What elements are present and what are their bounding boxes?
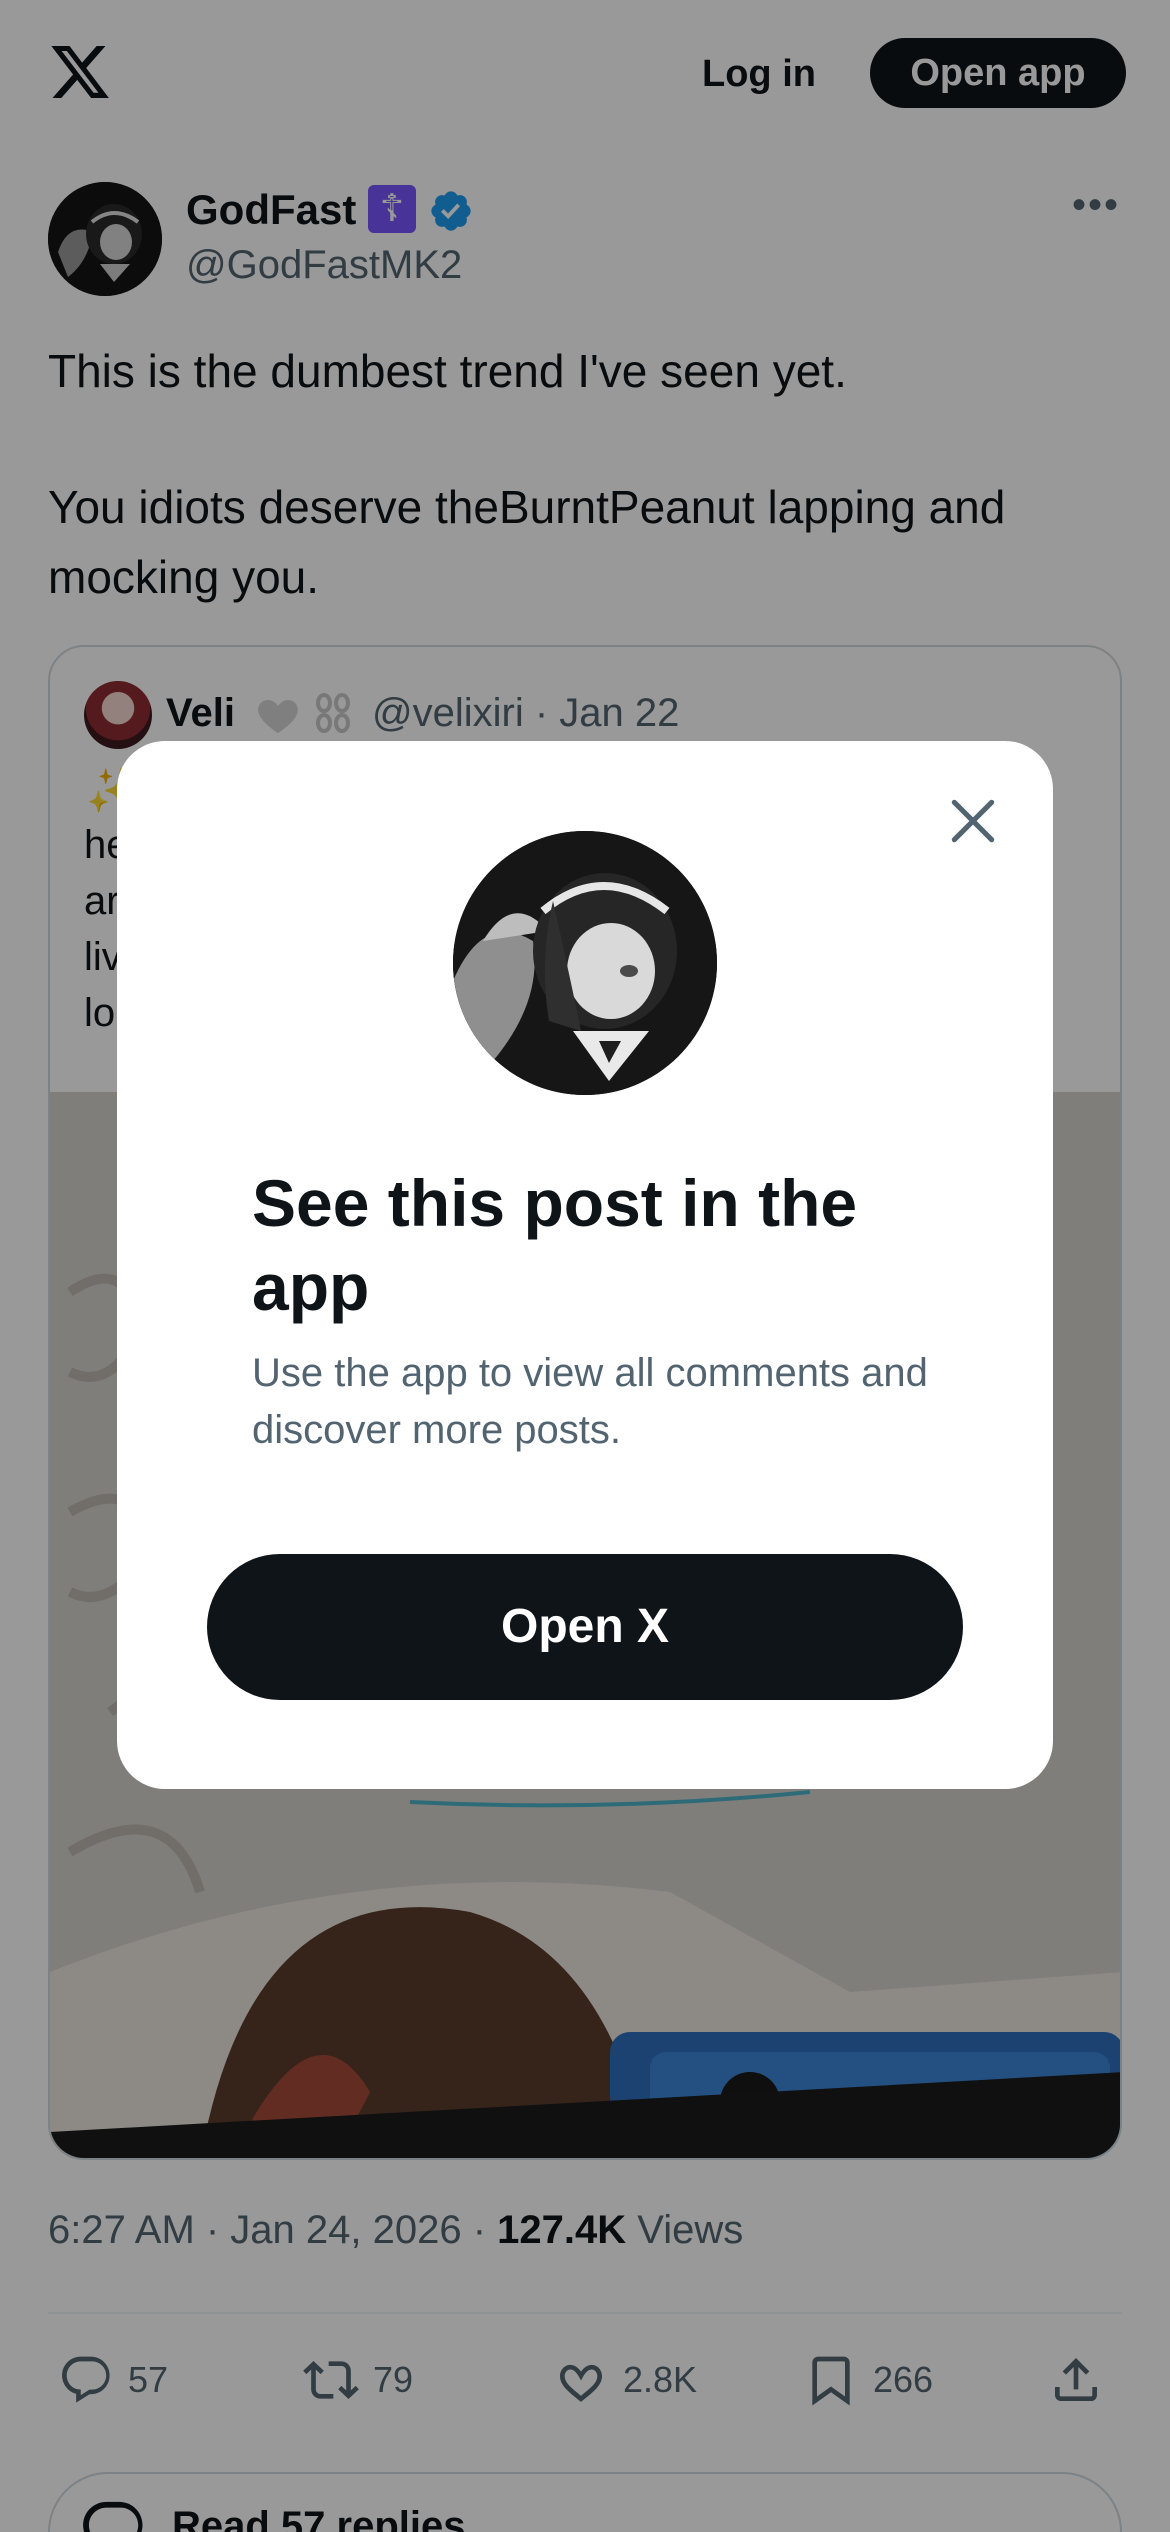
open-x-button[interactable]: Open X (207, 1554, 963, 1700)
open-in-app-modal: See this post in the app Use the app to … (117, 741, 1053, 1789)
modal-subtitle: Use the app to view all comments and dis… (252, 1351, 928, 1452)
close-icon[interactable] (945, 793, 1001, 849)
modal-author-avatar (453, 831, 717, 1095)
modal-title: See this post in the app (252, 1166, 858, 1324)
page: Log in Open app GodFast ☦ @GodFastMK2 ••… (0, 0, 1170, 2532)
